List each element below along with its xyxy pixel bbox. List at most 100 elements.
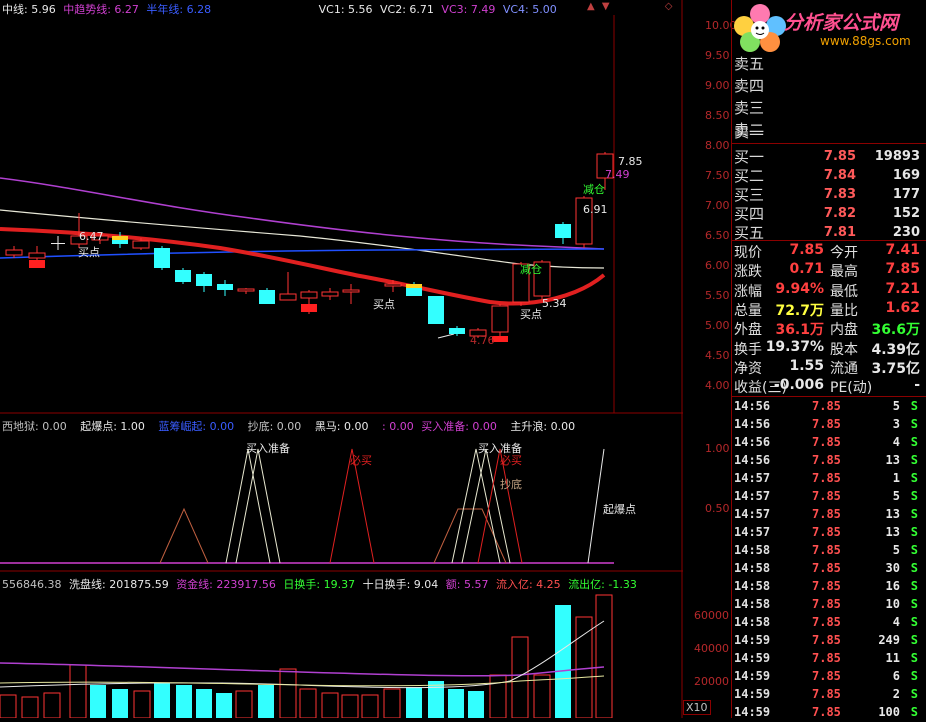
candle-body <box>175 270 191 282</box>
buy-price: 7.85 <box>823 148 856 164</box>
volume-chart[interactable] <box>0 571 683 718</box>
tick-side: S <box>910 543 918 557</box>
tick-row: 14:59 7.85 6 S <box>732 668 922 686</box>
tick-row: 14:59 7.85 100 S <box>732 704 922 722</box>
candle-body <box>301 304 317 312</box>
tick-row: 14:57 7.85 13 S <box>732 524 922 542</box>
buy-price: 7.84 <box>823 167 856 183</box>
tick-volume: 16 <box>885 579 900 593</box>
flower-logo-icon <box>734 4 786 52</box>
price-label-749: 7.49 <box>605 168 630 181</box>
candle-body <box>51 243 65 244</box>
buy-signal-3: 买点 <box>520 308 542 321</box>
sell-5: 卖五 <box>734 54 765 73</box>
tick-row: 14:58 7.85 5 S <box>732 542 922 560</box>
tick-side: S <box>910 489 918 503</box>
candle-body <box>279 293 297 301</box>
tick-price: 7.85 <box>812 399 841 413</box>
tick-time: 14:58 <box>734 597 771 611</box>
divider <box>732 240 926 241</box>
stat-value: 7.85 <box>885 261 920 278</box>
tick-volume: 5 <box>892 399 900 413</box>
tick-volume: 1 <box>892 471 900 485</box>
stat-value: 4.39亿 <box>871 341 920 358</box>
tick-volume: 5 <box>892 489 900 503</box>
stat-label: 今开 <box>830 245 858 261</box>
tick-volume: 2 <box>892 687 900 701</box>
tick-volume: 30 <box>885 561 900 575</box>
stat-row: 现价 7.85 今开 7.41 <box>732 242 922 262</box>
buy-signal-1: 买点 <box>78 246 100 259</box>
candle-body <box>300 291 318 299</box>
volume-bar <box>428 681 444 718</box>
logo-title: 分析家公式网 <box>784 12 899 34</box>
price-label-691: 6.91 <box>583 203 608 216</box>
price-label-647: 6.47 <box>79 230 104 243</box>
volume-bar <box>21 696 39 718</box>
volume-bar <box>406 687 422 718</box>
buy-signal-2: 买点 <box>373 298 395 311</box>
signal-chart[interactable] <box>0 413 683 571</box>
volume-bar <box>383 688 401 718</box>
tick-price: 7.85 <box>812 561 841 575</box>
tick-side: S <box>910 399 918 413</box>
volume-bar <box>43 692 61 718</box>
tick-time: 14:56 <box>734 453 771 467</box>
tick-side: S <box>910 561 918 575</box>
tick-side: S <box>910 633 918 647</box>
volume-bar <box>258 685 274 718</box>
stat-label: 最低 <box>830 283 858 300</box>
tick-time: 14:59 <box>734 687 771 701</box>
stat-label: 内盘 <box>830 322 858 339</box>
divider <box>732 143 926 144</box>
stat-value: 1.62 <box>885 299 920 316</box>
volume-bar <box>595 594 613 718</box>
tick-time: 14:57 <box>734 525 771 539</box>
logo-url: www.88gs.com <box>820 34 911 48</box>
tick-time: 14:56 <box>734 435 771 449</box>
tick-price: 7.85 <box>812 489 841 503</box>
tick-price: 7.85 <box>812 453 841 467</box>
stat-row: 收益(三) -0.006 PE(动) - <box>732 377 922 397</box>
tick-row: 14:58 7.85 4 S <box>732 614 922 632</box>
tick-time: 14:57 <box>734 507 771 521</box>
tick-side: S <box>910 453 918 467</box>
tick-side: S <box>910 435 918 449</box>
stat-label: 涨跌 <box>734 264 762 281</box>
tick-volume: 5 <box>892 543 900 557</box>
stat-row: 外盘 36.1万 内盘 36.6万 <box>732 319 922 339</box>
tick-time: 14:59 <box>734 651 771 665</box>
tick-time: 14:56 <box>734 399 771 413</box>
candle-body <box>259 290 275 304</box>
candle-body <box>217 284 233 290</box>
tick-side: S <box>910 687 918 701</box>
volume-bar <box>235 690 253 718</box>
stat-label: 股本 <box>830 341 858 358</box>
candle-body <box>196 274 212 286</box>
candle-body <box>28 252 46 259</box>
volume-bar <box>216 693 232 718</box>
volume-bar <box>448 689 464 718</box>
price-label-534: 5.34 <box>542 297 567 310</box>
tick-time: 14:58 <box>734 561 771 575</box>
tick-time: 14:59 <box>734 705 771 719</box>
volume-bar <box>176 685 192 718</box>
sell-3: 卖三 <box>734 98 765 117</box>
volume-axis-40000: 40000 <box>694 642 729 655</box>
tick-row: 14:57 7.85 1 S <box>732 470 922 488</box>
tick-row: 14:58 7.85 30 S <box>732 560 922 578</box>
stat-value: 7.85 <box>789 242 824 258</box>
signal-cap <box>112 236 128 240</box>
reduce-signal-2: 减仓 <box>583 183 605 196</box>
candle-body <box>384 283 402 287</box>
volume-bar <box>133 690 151 718</box>
tick-time: 14:58 <box>734 543 771 557</box>
tick-row: 14:56 7.85 3 S <box>732 416 922 434</box>
tick-time: 14:58 <box>734 579 771 593</box>
tick-price: 7.85 <box>812 543 841 557</box>
quote-panel: 分析家公式网 www.88gs.com 卖五 卖四 卖三 卖二 卖一 买一 7.8… <box>731 0 926 719</box>
tick-time: 14:57 <box>734 471 771 485</box>
tick-price: 7.85 <box>812 669 841 683</box>
chart-area[interactable]: 中线: 5.96 中趋势线: 6.27 半年线: 6.28 VC1: 5.56 … <box>0 0 730 718</box>
stat-label: 净资 <box>734 360 762 377</box>
